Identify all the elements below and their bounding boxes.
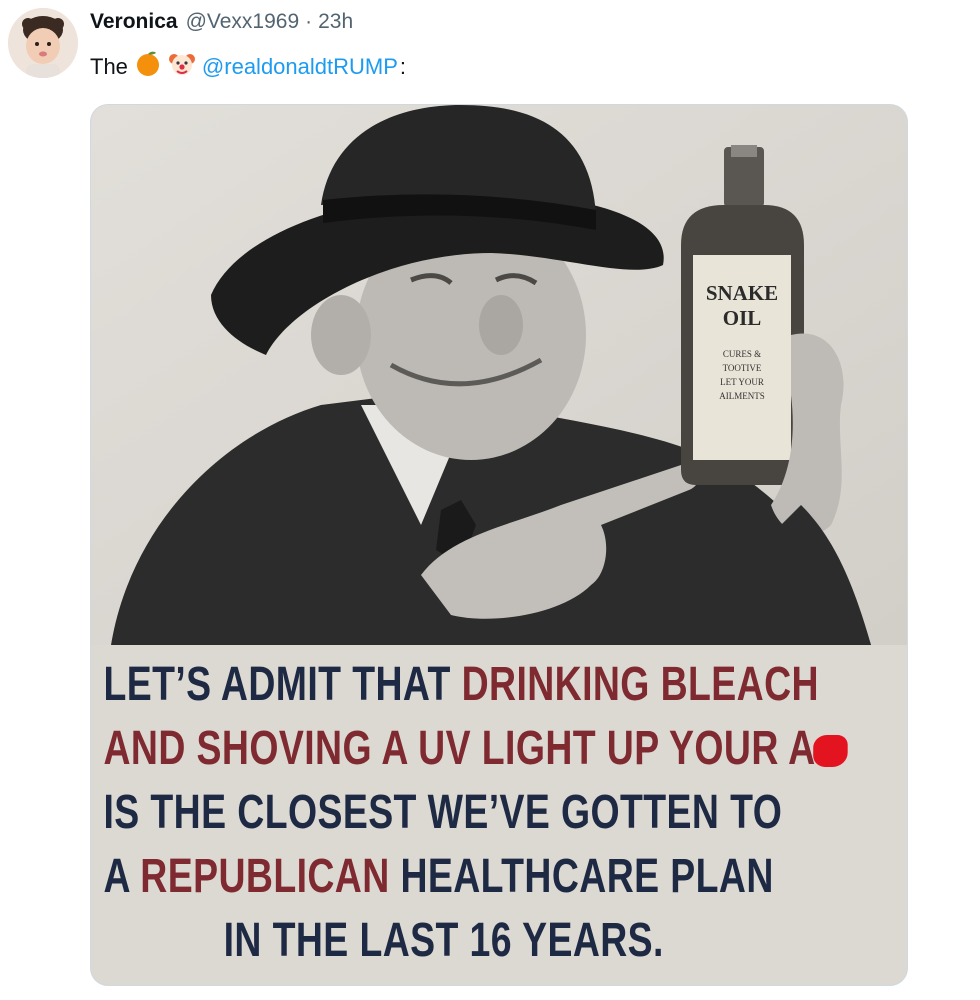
- tweet: Veronica @Vexx1969 · 23h The @realdonald…: [0, 0, 980, 1000]
- caption-segment: IS THE CLOSEST WE’VE GOTTEN TO: [103, 786, 783, 839]
- caption-segment: REPUBLICAN: [140, 850, 390, 903]
- snake-oil-illustration: SNAKE OIL CURES & TOOTIVE LET YOUR AILME…: [91, 105, 907, 645]
- bottle-label-title-1: SNAKE: [706, 281, 778, 305]
- author-handle[interactable]: @Vexx1969: [186, 10, 300, 34]
- tweet-text: The @realdonaldtRUMP :: [90, 50, 406, 84]
- tweet-text-suffix: :: [399, 54, 407, 79]
- bottle-label-title-2: OIL: [723, 306, 762, 330]
- bottle-label-line: CURES &: [723, 349, 761, 359]
- redaction-scribble: [813, 735, 848, 768]
- tweet-image[interactable]: SNAKE OIL CURES & TOOTIVE LET YOUR AILME…: [90, 104, 908, 986]
- caption-segment: DRINKING BLEACH: [461, 658, 819, 711]
- orange-emoji-icon: [134, 50, 162, 84]
- caption-segment: A: [103, 850, 141, 903]
- caption-segment: LET’S ADMIT THAT: [103, 658, 462, 711]
- caption-segment: IN THE LAST 16 YEARS.: [223, 914, 664, 967]
- image-caption: LET’S ADMIT THAT DRINKING BLEACH AND SHO…: [91, 653, 848, 973]
- caption-line-3: IS THE CLOSEST WE’VE GOTTEN TO: [91, 781, 781, 845]
- caption-line-2: AND SHOVING A UV LIGHT UP YOUR A: [91, 717, 848, 781]
- clown-emoji-icon: [168, 50, 196, 84]
- timestamp[interactable]: 23h: [318, 10, 353, 34]
- author-name[interactable]: Veronica: [90, 10, 178, 34]
- bottle-label-line: TOOTIVE: [723, 363, 762, 373]
- tweet-header: Veronica @Vexx1969 · 23h: [90, 10, 353, 42]
- tweet-text-prefix: The: [90, 54, 128, 79]
- caption-line-5: IN THE LAST 16 YEARS.: [91, 909, 727, 973]
- bottle-label-line: LET YOUR: [720, 377, 764, 387]
- caption-segment: HEALTHCARE PLAN: [389, 850, 774, 903]
- avatar[interactable]: [8, 8, 78, 78]
- separator-dot: ·: [305, 10, 313, 33]
- bottle-label-line: AILMENTS: [719, 391, 765, 401]
- caption-line-4: A REPUBLICAN HEALTHCARE PLAN: [91, 845, 773, 909]
- caption-line-1: LET’S ADMIT THAT DRINKING BLEACH: [91, 653, 818, 717]
- mention-link[interactable]: @realdonaldtRUMP: [202, 54, 398, 80]
- caption-segment: AND SHOVING A UV LIGHT UP YOUR A: [103, 722, 816, 775]
